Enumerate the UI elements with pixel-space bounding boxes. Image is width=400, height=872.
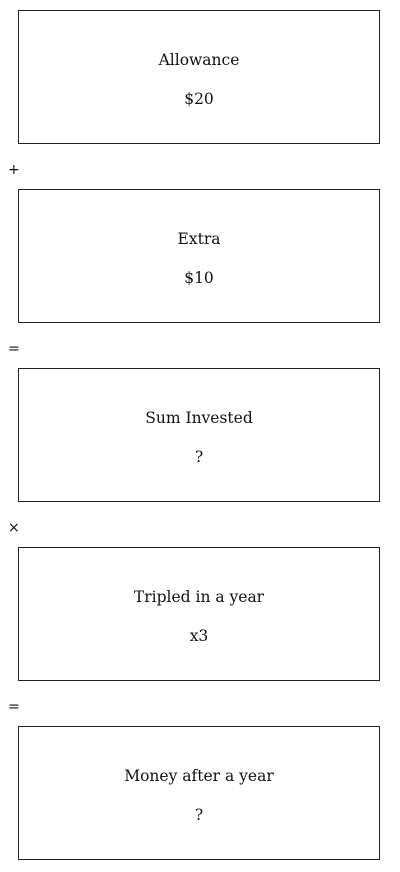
extra-box: Extra $10 bbox=[18, 189, 380, 323]
box-label: Sum Invested bbox=[145, 409, 253, 427]
equals-operator: = bbox=[8, 699, 20, 715]
box-label: Money after a year bbox=[124, 767, 274, 785]
plus-operator: + bbox=[8, 162, 20, 178]
sum-invested-box: Sum Invested ? bbox=[18, 368, 380, 502]
box-label: Extra bbox=[177, 230, 221, 248]
box-label: Tripled in a year bbox=[133, 588, 265, 606]
tripled-box: Tripled in a year x3 bbox=[18, 547, 380, 681]
box-value: $20 bbox=[184, 90, 214, 108]
money-after-year-box: Money after a year ? bbox=[18, 726, 380, 860]
box-value: ? bbox=[194, 806, 204, 824]
allowance-box: Allowance $20 bbox=[18, 10, 380, 144]
box-value: x3 bbox=[189, 627, 209, 645]
box-value: $10 bbox=[184, 269, 214, 287]
box-value: ? bbox=[194, 448, 204, 466]
multiply-operator: × bbox=[8, 520, 20, 536]
box-label: Allowance bbox=[158, 51, 240, 69]
equals-operator: = bbox=[8, 341, 20, 357]
